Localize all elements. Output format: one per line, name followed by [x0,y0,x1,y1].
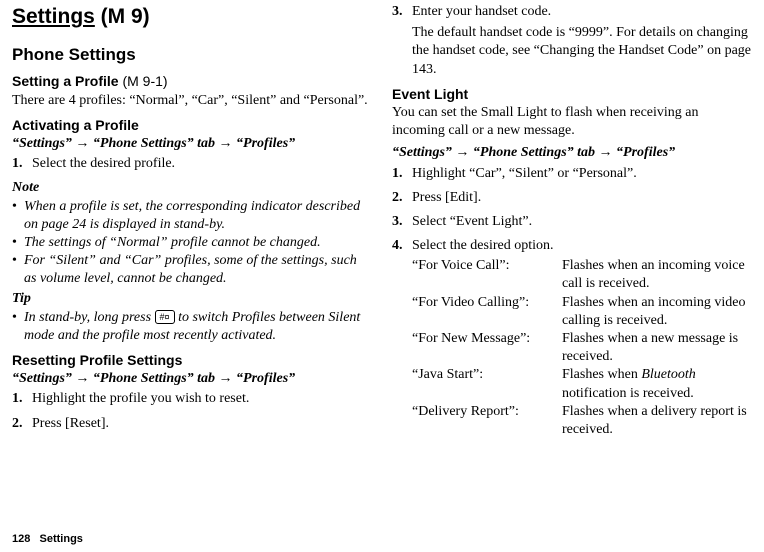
nav-seg: “Profiles” [233,136,296,151]
step-number: 4. [392,237,412,255]
step-text: Select the desired profile. [32,155,372,173]
step-text: Highlight the profile you wish to reset. [32,390,372,408]
option-row: “For New Message”: Flashes when a new me… [412,330,752,366]
page-title: Settings (M 9) [12,3,372,30]
option-term: “Delivery Report”: [412,403,562,439]
event-options-list: “For Voice Call”: Flashes when an incomi… [412,257,752,439]
bullet-dot: • [12,252,24,288]
step-text: Select the desired option. [412,237,752,255]
tip-heading: Tip [12,290,372,308]
step-item: 1. Highlight “Car”, “Silent” or “Persona… [392,165,752,183]
hash-key-icon: #¤ [155,310,175,324]
subsection-setting-profile: Setting a Profile (M 9-1) [12,72,372,90]
arrow-icon: → [75,136,89,151]
option-desc: Flashes when an incoming video calling i… [562,294,752,330]
subsection-event-light: Event Light [392,85,752,103]
footer-section: Settings [40,533,83,545]
nav-path-resetting: “Settings” → “Phone Settings” tab → “Pro… [12,370,372,388]
page-footer: 128 Settings [12,532,83,546]
step-item: 4. Select the desired option. [392,237,752,255]
nav-seg: “Settings” [392,145,455,160]
option-desc: Flashes when Bluetooth notification is r… [562,366,752,402]
step-item: 1. Select the desired profile. [12,155,372,173]
arrow-icon: → [75,371,89,386]
step-item: 3. Enter your handset code. The default … [392,3,752,79]
option-desc-a: Flashes when [562,367,641,382]
option-row: “Java Start”: Flashes when Bluetooth not… [412,366,752,402]
step-text: Highlight “Car”, “Silent” or “Personal”. [412,165,752,183]
bullet-dot: • [12,198,24,234]
nav-seg: “Phone Settings” tab [469,145,598,160]
step-number: 3. [392,3,412,79]
step-item: 2. Press [Edit]. [392,189,752,207]
tip-text: In stand-by, long press #¤ to switch Pro… [24,309,372,345]
option-row: “For Voice Call”: Flashes when an incomi… [412,257,752,293]
tip-text-a: In stand-by, long press [24,310,155,325]
step-item: 1. Highlight the profile you wish to res… [12,390,372,408]
arrow-icon: → [219,136,233,151]
step-text: Enter your handset code. The default han… [412,3,752,79]
title-code: (M 9) [95,5,150,28]
step-number: 1. [12,155,32,173]
note-bullet: • When a profile is set, the correspondi… [12,198,372,234]
option-desc: Flashes when a new message is received. [562,330,752,366]
step-number: 2. [12,415,32,433]
subsection-resetting-profile: Resetting Profile Settings [12,351,372,369]
event-intro: You can set the Small Light to flash whe… [392,104,752,140]
nav-seg: “Profiles” [233,371,296,386]
step-text: Select “Event Light”. [412,213,752,231]
nav-seg: “Settings” [12,371,75,386]
step-item: 3. Select “Event Light”. [392,213,752,231]
bullet-dot: • [12,234,24,252]
subsection-activating-profile: Activating a Profile [12,116,372,134]
option-term: “For Video Calling”: [412,294,562,330]
option-term: “For Voice Call”: [412,257,562,293]
title-text: Settings [12,5,95,28]
step-number: 3. [392,213,412,231]
arrow-icon: → [455,145,469,160]
note-bullet: • The settings of “Normal” profile canno… [12,234,372,252]
note-bullet: • For “Silent” and “Car” profiles, some … [12,252,372,288]
nav-seg: “Profiles” [613,145,676,160]
step-main: Enter your handset code. [412,4,551,19]
note-text: When a profile is set, the corresponding… [24,198,372,234]
nav-path-activating: “Settings” → “Phone Settings” tab → “Pro… [12,135,372,153]
note-text: For “Silent” and “Car” profiles, some of… [24,252,372,288]
option-term: “For New Message”: [412,330,562,366]
option-desc: Flashes when an incoming voice call is r… [562,257,752,293]
subsection-setting-profile-code: (M 9-1) [119,73,168,89]
step-item: 2. Press [Reset]. [12,415,372,433]
note-heading: Note [12,179,372,197]
option-row: “For Video Calling”: Flashes when an inc… [412,294,752,330]
arrow-icon: → [219,371,233,386]
option-row: “Delivery Report”: Flashes when a delive… [412,403,752,439]
note-text: The settings of “Normal” profile cannot … [24,234,372,252]
option-desc-italic: Bluetooth [641,367,695,382]
page-number: 128 [12,533,30,545]
option-desc-b: notification is received. [562,386,694,401]
option-desc: Flashes when a delivery report is receiv… [562,403,752,439]
arrow-icon: → [599,145,613,160]
step-text: Press [Reset]. [32,415,372,433]
step-number: 1. [392,165,412,183]
section-phone-settings: Phone Settings [12,44,372,66]
step-number: 2. [392,189,412,207]
step-text: Press [Edit]. [412,189,752,207]
nav-seg: “Settings” [12,136,75,151]
profiles-intro: There are 4 profiles: “Normal”, “Car”, “… [12,92,372,110]
step-number: 1. [12,390,32,408]
tip-bullet: • In stand-by, long press #¤ to switch P… [12,309,372,345]
step-subtext: The default handset code is “9999”. For … [412,24,752,79]
subsection-setting-profile-label: Setting a Profile [12,73,119,89]
nav-path-event: “Settings” → “Phone Settings” tab → “Pro… [392,144,752,162]
nav-seg: “Phone Settings” tab [89,136,218,151]
option-term: “Java Start”: [412,366,562,402]
nav-seg: “Phone Settings” tab [89,371,218,386]
bullet-dot: • [12,309,24,345]
